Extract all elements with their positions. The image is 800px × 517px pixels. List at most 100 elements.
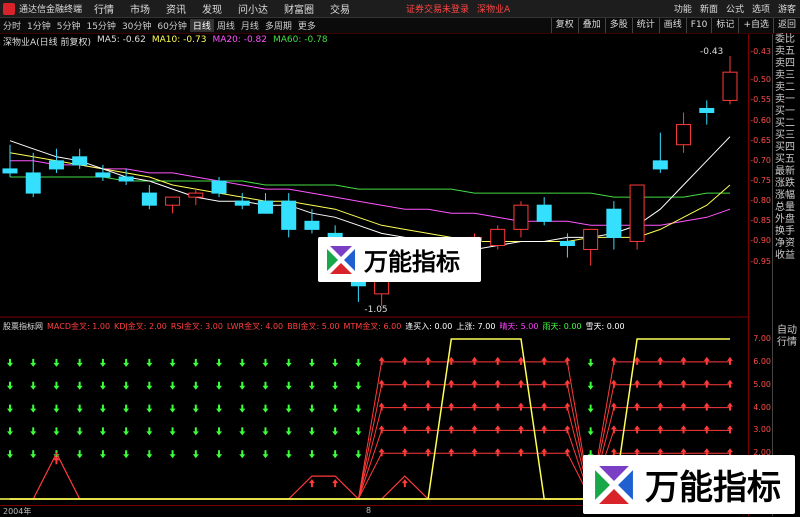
indicator-item-5: MTM金叉: 6.00 [343,322,402,331]
login-warning[interactable]: 证券交易未登录 [406,2,469,15]
candle-body [513,204,529,230]
f10-button[interactable]: F10 [685,18,712,33]
mark-button[interactable]: 标记 [711,18,738,33]
chart-title: 深物业A(日线 前复权) [3,38,92,48]
candle-body [141,192,157,206]
auto-quote-label-0[interactable]: 自动 [775,325,797,337]
menu-faxian[interactable]: 发现 [202,1,222,16]
menu-gongneng[interactable]: 功能 [674,2,692,15]
watermark-logo-icon [325,243,357,276]
quote-label-0: 委比 [775,34,795,45]
multi-stock-button[interactable]: 多股 [604,18,632,33]
ma60-value: MA60: -0.78 [273,35,328,45]
ma20-value: MA20: -0.82 [212,35,267,45]
period-monthly[interactable]: 月线 [238,19,262,32]
period-15min[interactable]: 15分钟 [83,19,118,32]
menu-hangqing[interactable]: 行情 [94,1,114,16]
candle-body [281,200,297,230]
menu-jiaoyi[interactable]: 交易 [330,1,350,16]
menu-gongshi[interactable]: 公式 [726,2,744,15]
back-button[interactable]: 返回 [772,18,800,33]
indicator-tick-1: 6.00 [753,356,771,366]
candle [629,184,645,250]
quote-label-6: 买一 [775,106,795,117]
price-tick-1: -0.50 [750,75,771,85]
price-tick-6: -0.75 [750,176,771,185]
indicator-item-0: MACD金叉: 1.00 [47,322,111,331]
period-weekly[interactable]: 周线 [214,19,238,32]
price-tick-9: -0.90 [750,236,771,246]
menu-shichang[interactable]: 市场 [130,1,150,16]
overlay-button[interactable]: 叠加 [577,18,605,33]
quote-label-18: 收益 [775,250,795,261]
topbar-right: 功能 新面 公式 选项 游客 [666,0,796,17]
app-title: 通达信金融终端 [19,5,83,15]
indicator-name[interactable]: 股票指标网 [3,321,43,333]
candle-body [188,192,204,198]
quote-label-3: 卖三 [775,70,795,81]
indicator-item-4: BBI金叉: 5.00 [287,322,340,331]
menu-youke[interactable]: 游客 [778,2,796,15]
period-60min[interactable]: 60分钟 [154,19,189,32]
menu-zixun[interactable]: 资讯 [166,1,186,16]
period-daily[interactable]: 日线 [189,19,214,32]
period-more[interactable]: 更多 [295,19,319,32]
quote-panel: 委比 卖五 卖四 卖三 卖二 卖一 买一 买二 买三 买四 买五 最新 涨跌 涨幅 总量 外盘 换手 净资 收益 自动… [772,34,800,516]
period-fenshi[interactable]: 分时 [0,19,24,32]
candle-body [72,156,88,166]
candle-body [234,200,250,206]
period-5min[interactable]: 5分钟 [54,19,84,32]
period-multi[interactable]: 多周期 [262,19,295,32]
period-30min[interactable]: 30分钟 [119,19,154,32]
indicator-item-9: 雨天: 0.00 [542,322,582,331]
quote-label-17: 净资 [775,238,795,249]
indicator-item-2: RSI金叉: 3.00 [170,322,223,331]
candle-body [629,184,645,242]
watermark-text-2: 万能指标 [645,468,781,508]
candle-body [2,168,18,174]
watermark-center: 万能指标 [318,237,481,282]
menu-wenxiaoda[interactable]: 问小达 [238,1,268,16]
candle-body [48,160,64,170]
quote-label-8: 买三 [775,130,795,141]
title-bar: 通达信金融终端 行情 市场 资讯 发现 问小达 财富圈 交易 证券交易未登录 深… [0,0,800,18]
watermark-logo-icon-2 [592,462,636,507]
indicator-item-7: 上涨: 7.00 [456,322,496,331]
menu-xuanxiang[interactable]: 选项 [752,2,770,15]
indicator-item-3: LWR金叉: 4.00 [226,322,284,331]
quote-label-2: 卖四 [775,58,795,69]
app-logo-icon [3,2,15,15]
price-axis: -0.43 -0.50 -0.55 -0.60 -0.65 -0.70 -0.75 -0.80… [748,34,773,516]
stock-name: 深物业A [477,5,511,15]
menu-xinmian[interactable]: 新面 [700,2,718,15]
quote-label-12: 涨跌 [775,178,795,189]
candle-body [722,71,738,101]
indicator-tick-0: 7.00 [753,334,771,343]
indicator-item-1: KDJ金叉: 2.00 [114,322,167,331]
candle-body [536,204,552,222]
stats-button[interactable]: 统计 [631,18,659,33]
quote-label-4: 卖二 [775,82,795,93]
low-annotation: -1.05 [364,305,387,315]
price-tick-8: -0.85 [750,216,771,226]
fuquan-button[interactable]: 复权 [550,18,578,33]
price-tick-2: -0.55 [750,95,771,105]
price-tick-4: -0.65 [750,135,771,145]
indicator-info-line: 股票指标网 MACD金叉: 1.00 KDJ金叉: 2.00 RSI金叉: 3.00… [3,321,629,333]
menu-caifuquan[interactable]: 财富圈 [284,1,314,16]
candle-body [559,240,575,246]
auto-quote-label-1[interactable]: 行情 [775,337,797,349]
add-watchlist-button[interactable]: +自选 [738,18,773,33]
indicator-item-8: 晴天: 5.00 [499,322,539,331]
watermark-corner: 万能指标 [583,455,795,514]
period-1min[interactable]: 1分钟 [24,19,54,32]
high-annotation: -0.43 [700,47,723,57]
candle-body [165,196,181,206]
quote-label-15: 外盘 [775,214,795,225]
candle-body [25,172,41,194]
quote-label-5: 卖一 [775,94,795,105]
date-label-month: 8 [366,506,372,515]
ma5-value: MA5: -0.62 [97,35,146,45]
draw-button[interactable]: 画线 [658,18,686,33]
quote-label-10: 买五 [775,154,795,165]
